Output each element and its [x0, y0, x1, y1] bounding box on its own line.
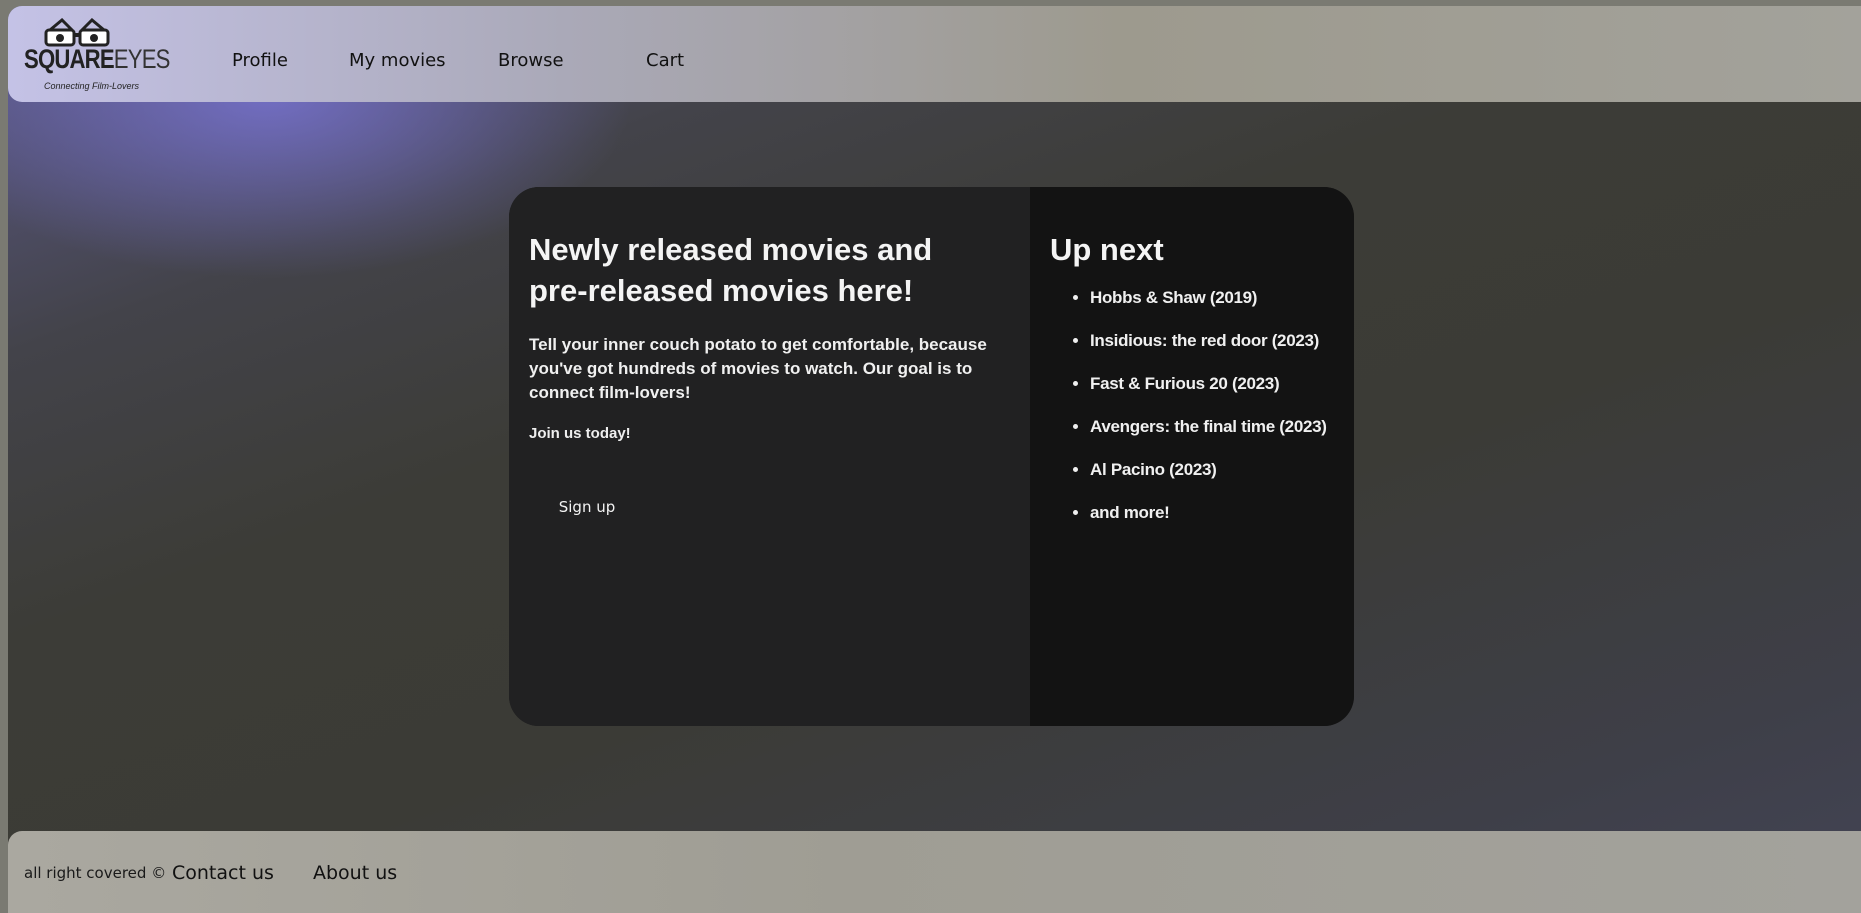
copyright-text: all right covered © [24, 864, 167, 882]
logo[interactable]: SQUAREEYES Connecting Film-Lovers [24, 16, 170, 96]
hero-description: Tell your inner couch potato to get comf… [529, 335, 987, 402]
up-next-title: Up next [1050, 232, 1164, 267]
brand-name: SQUAREEYES [24, 44, 170, 75]
list-item: Avengers: the final time (2023) [1090, 416, 1327, 459]
list-item: Insidious: the red door (2023) [1090, 330, 1327, 373]
hero-section: Newly released movies and pre-released m… [509, 187, 1030, 726]
brand-name-bold: SQUARE [24, 44, 115, 74]
nav-cart[interactable]: Cart [646, 50, 684, 71]
list-item: Fast & Furious 20 (2023) [1090, 373, 1327, 416]
list-item: Al Pacino (2023) [1090, 459, 1327, 502]
footer-about-us[interactable]: About us [313, 862, 397, 884]
brand-name-light: EYES [113, 44, 171, 74]
brand-tagline: Connecting Film-Lovers [44, 81, 140, 91]
nav-browse[interactable]: Browse [498, 50, 564, 71]
join-text: Join us today! [529, 425, 631, 442]
nav-profile[interactable]: Profile [232, 50, 288, 71]
hero-card: Newly released movies and pre-released m… [509, 187, 1354, 726]
hero-title: Newly released movies and pre-released m… [529, 232, 933, 308]
footer: all right covered © Contact us About us [8, 831, 1861, 913]
footer-contact-us[interactable]: Contact us [172, 862, 274, 884]
up-next-list: Hobbs & Shaw (2019) Insidious: the red d… [1050, 287, 1327, 545]
list-item: and more! [1090, 502, 1327, 545]
list-item: Hobbs & Shaw (2019) [1090, 287, 1327, 330]
nav-my-movies[interactable]: My movies [349, 50, 446, 71]
top-navigation-bar: SQUAREEYES Connecting Film-Lovers Profil… [8, 6, 1861, 102]
up-next-panel: Up next Hobbs & Shaw (2019) Insidious: t… [1030, 187, 1354, 726]
sign-up-button[interactable]: Sign up [529, 489, 645, 523]
